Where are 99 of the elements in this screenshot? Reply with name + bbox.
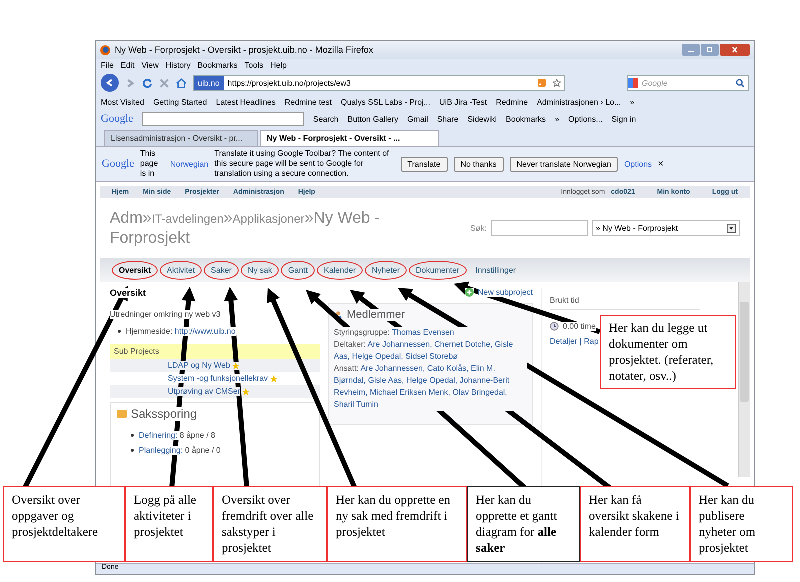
annotation-box: Her kan du legge ut dokumenter om prosjektet. (referater, notater, osv..) [600,315,736,389]
menu-item[interactable]: Edit [120,60,135,70]
toolbar-button[interactable]: Share [437,114,459,124]
dropdown-icon[interactable] [727,224,736,232]
reload-icon[interactable] [142,78,153,88]
language-dropdown[interactable]: Norwegian [170,160,209,168]
subproject-link[interactable]: System -og funksjonellekrav [168,374,268,383]
translate-bar-button[interactable]: Translate [400,156,448,172]
toolbar-button[interactable]: Sign in [612,114,636,124]
annotation-box: Her kan du publisere nyheter om prosjektet [690,486,793,562]
search-label: Søk: [470,224,487,232]
annotation-box: Oversikt over oppgaver og prosjektdeltakere [3,486,125,562]
language-label: This page is in [140,149,160,179]
bookmark-item[interactable]: » [630,98,635,107]
browser-tab[interactable]: Ny Web - Forprosjekt - Oversikt - ... [260,130,439,146]
add-icon [464,288,474,297]
menu-item[interactable]: Help [270,60,287,70]
project-tab[interactable]: Aktivitet [160,260,202,280]
toolbar-button[interactable]: Button Gallery [348,114,398,124]
google-logo: Google [102,158,134,170]
project-tab[interactable]: Saker [204,260,239,280]
toolbar-button[interactable]: Options... [568,114,603,124]
project-tab[interactable]: Oversikt [112,260,158,280]
google-search-field[interactable] [142,112,304,126]
menu-item[interactable]: Bookmarks [198,60,238,70]
toolbar-button[interactable]: Sidewiki [468,114,498,124]
google-logo: Google [101,113,134,125]
time-heading: Brukt tid [550,296,580,305]
home-icon[interactable] [176,78,187,88]
project-title: Adm»IT-avdelingen»Applikasjoner»Ny Web - Forprosjekt [110,208,382,248]
menu-item[interactable]: File [101,60,114,70]
menu-item[interactable]: History [166,60,191,70]
translate-bar-button[interactable]: No thanks [454,156,504,172]
new-subproject-link[interactable]: New subproject [478,288,533,297]
bookmark-item[interactable]: Redmine [496,98,528,107]
panel-heading: Medlemmer [347,309,406,321]
translate-bar-button[interactable]: Never translate Norwegian [510,156,618,172]
star-icon [232,362,240,370]
clock-icon [550,322,559,331]
stop-icon[interactable] [159,78,170,88]
project-tab[interactable]: Ny sak [240,260,280,280]
bookmark-item[interactable]: Redmine test [284,98,332,107]
annotation-box: Her kan du opprette en ny sak med fremdrift i prosjektet [327,486,467,562]
subproject-link[interactable]: LDAP og Ny Web [168,361,230,370]
project-tab[interactable]: Gantt [281,260,315,280]
toolbar-button[interactable]: Gmail [407,114,428,124]
project-tab[interactable]: Nyheter [365,260,408,280]
menu-item[interactable]: Tools [244,60,264,70]
star-icon [270,374,278,382]
bookmark-item[interactable]: UiB Jira -Test [440,98,488,107]
annotation-box: Logg på alle aktiviteter i prosjektet [125,486,213,562]
project-tab[interactable]: Dokumenter [409,260,467,280]
back-button[interactable] [101,74,119,92]
firefox-icon [100,44,111,56]
bullet-icon [131,449,134,452]
translate-message: Translate it using Google Toolbar? The content of this secure page will be sent to Google for translation using a secure connection. [214,149,390,179]
bookmark-item[interactable]: Qualys SSL Labs - Proj... [340,98,431,107]
browser-tab[interactable]: Lisensadministrasjon - Oversikt - pr... [104,130,258,146]
maximize-button[interactable] [701,44,719,56]
time-value: 0.00 time [563,322,596,331]
scrollbar[interactable] [738,282,750,477]
project-description: Utredninger omkring ny web v3 [110,310,221,319]
time-links[interactable]: Detaljer | Rap [550,337,599,346]
homepage-link[interactable]: http://www.uib.no [174,327,236,336]
member-group: Ansatt: Are Johannessen, Cato Kolås, Elin M. Bjørndal, Gisle Aas, Helge Opedal, Johanne-Berit Revheim, Michael Eriksen Menk, Olav Bringedal, Sharil Tumin [334,363,527,411]
member-group: Deltaker: Are Johannessen, Chernet Dotche, Gisle Aas, Helge Opedal, Sidsel Storebø [334,339,527,363]
project-tab[interactable]: Kalender [316,260,364,280]
subprojects-header: Sub Projects [114,347,160,356]
project-tab[interactable]: Innstillinger [468,260,524,280]
folder-icon [117,409,127,419]
minimize-button[interactable] [682,44,700,56]
person-icon [334,310,343,320]
search-field[interactable] [491,220,588,236]
bookmark-item[interactable]: Most Visited [101,98,144,107]
close-icon [730,47,740,53]
address-bar[interactable]: uib.no https://prosjekt.uib.no/projects/ew3 [193,75,565,91]
toolbar-button[interactable]: » [555,114,560,124]
menu-item[interactable]: View [142,60,159,70]
toolbar-button[interactable]: Search [313,114,339,124]
toolbar-button[interactable]: Bookmarks [506,114,546,124]
bookmark-item[interactable]: Administrasjonen › Lo... [537,98,622,107]
annotation-box: Her kan du opprette et gantt diagram for alle saker [467,486,580,562]
options-link[interactable]: Options [624,160,652,168]
window-title: Ny Web - Forprosjekt - Oversikt - prosjekt.uib.no - Mozilla Firefox [115,45,374,55]
panel-heading: Sakssporing [131,407,198,421]
bullet-icon [131,434,134,437]
search-icon[interactable] [736,78,745,88]
close-button[interactable] [720,44,750,56]
maximize-icon [705,47,715,53]
star-icon [242,388,250,396]
bullet-icon [118,330,121,333]
annotation-box: Her kan få oversikt skakene i kalender form [580,486,690,562]
close-button[interactable]: × [658,158,664,170]
annotation-box: Oversikt over fremdrift over alle sakstyper i prosjektet [213,486,327,562]
bookmark-item[interactable]: Latest Headlines [216,98,276,107]
forward-icon[interactable] [125,78,136,88]
section-heading: Oversikt [110,288,146,298]
project-select[interactable]: » Ny Web - Forprosjekt [592,220,740,236]
bookmark-item[interactable]: Getting Started [153,98,208,107]
